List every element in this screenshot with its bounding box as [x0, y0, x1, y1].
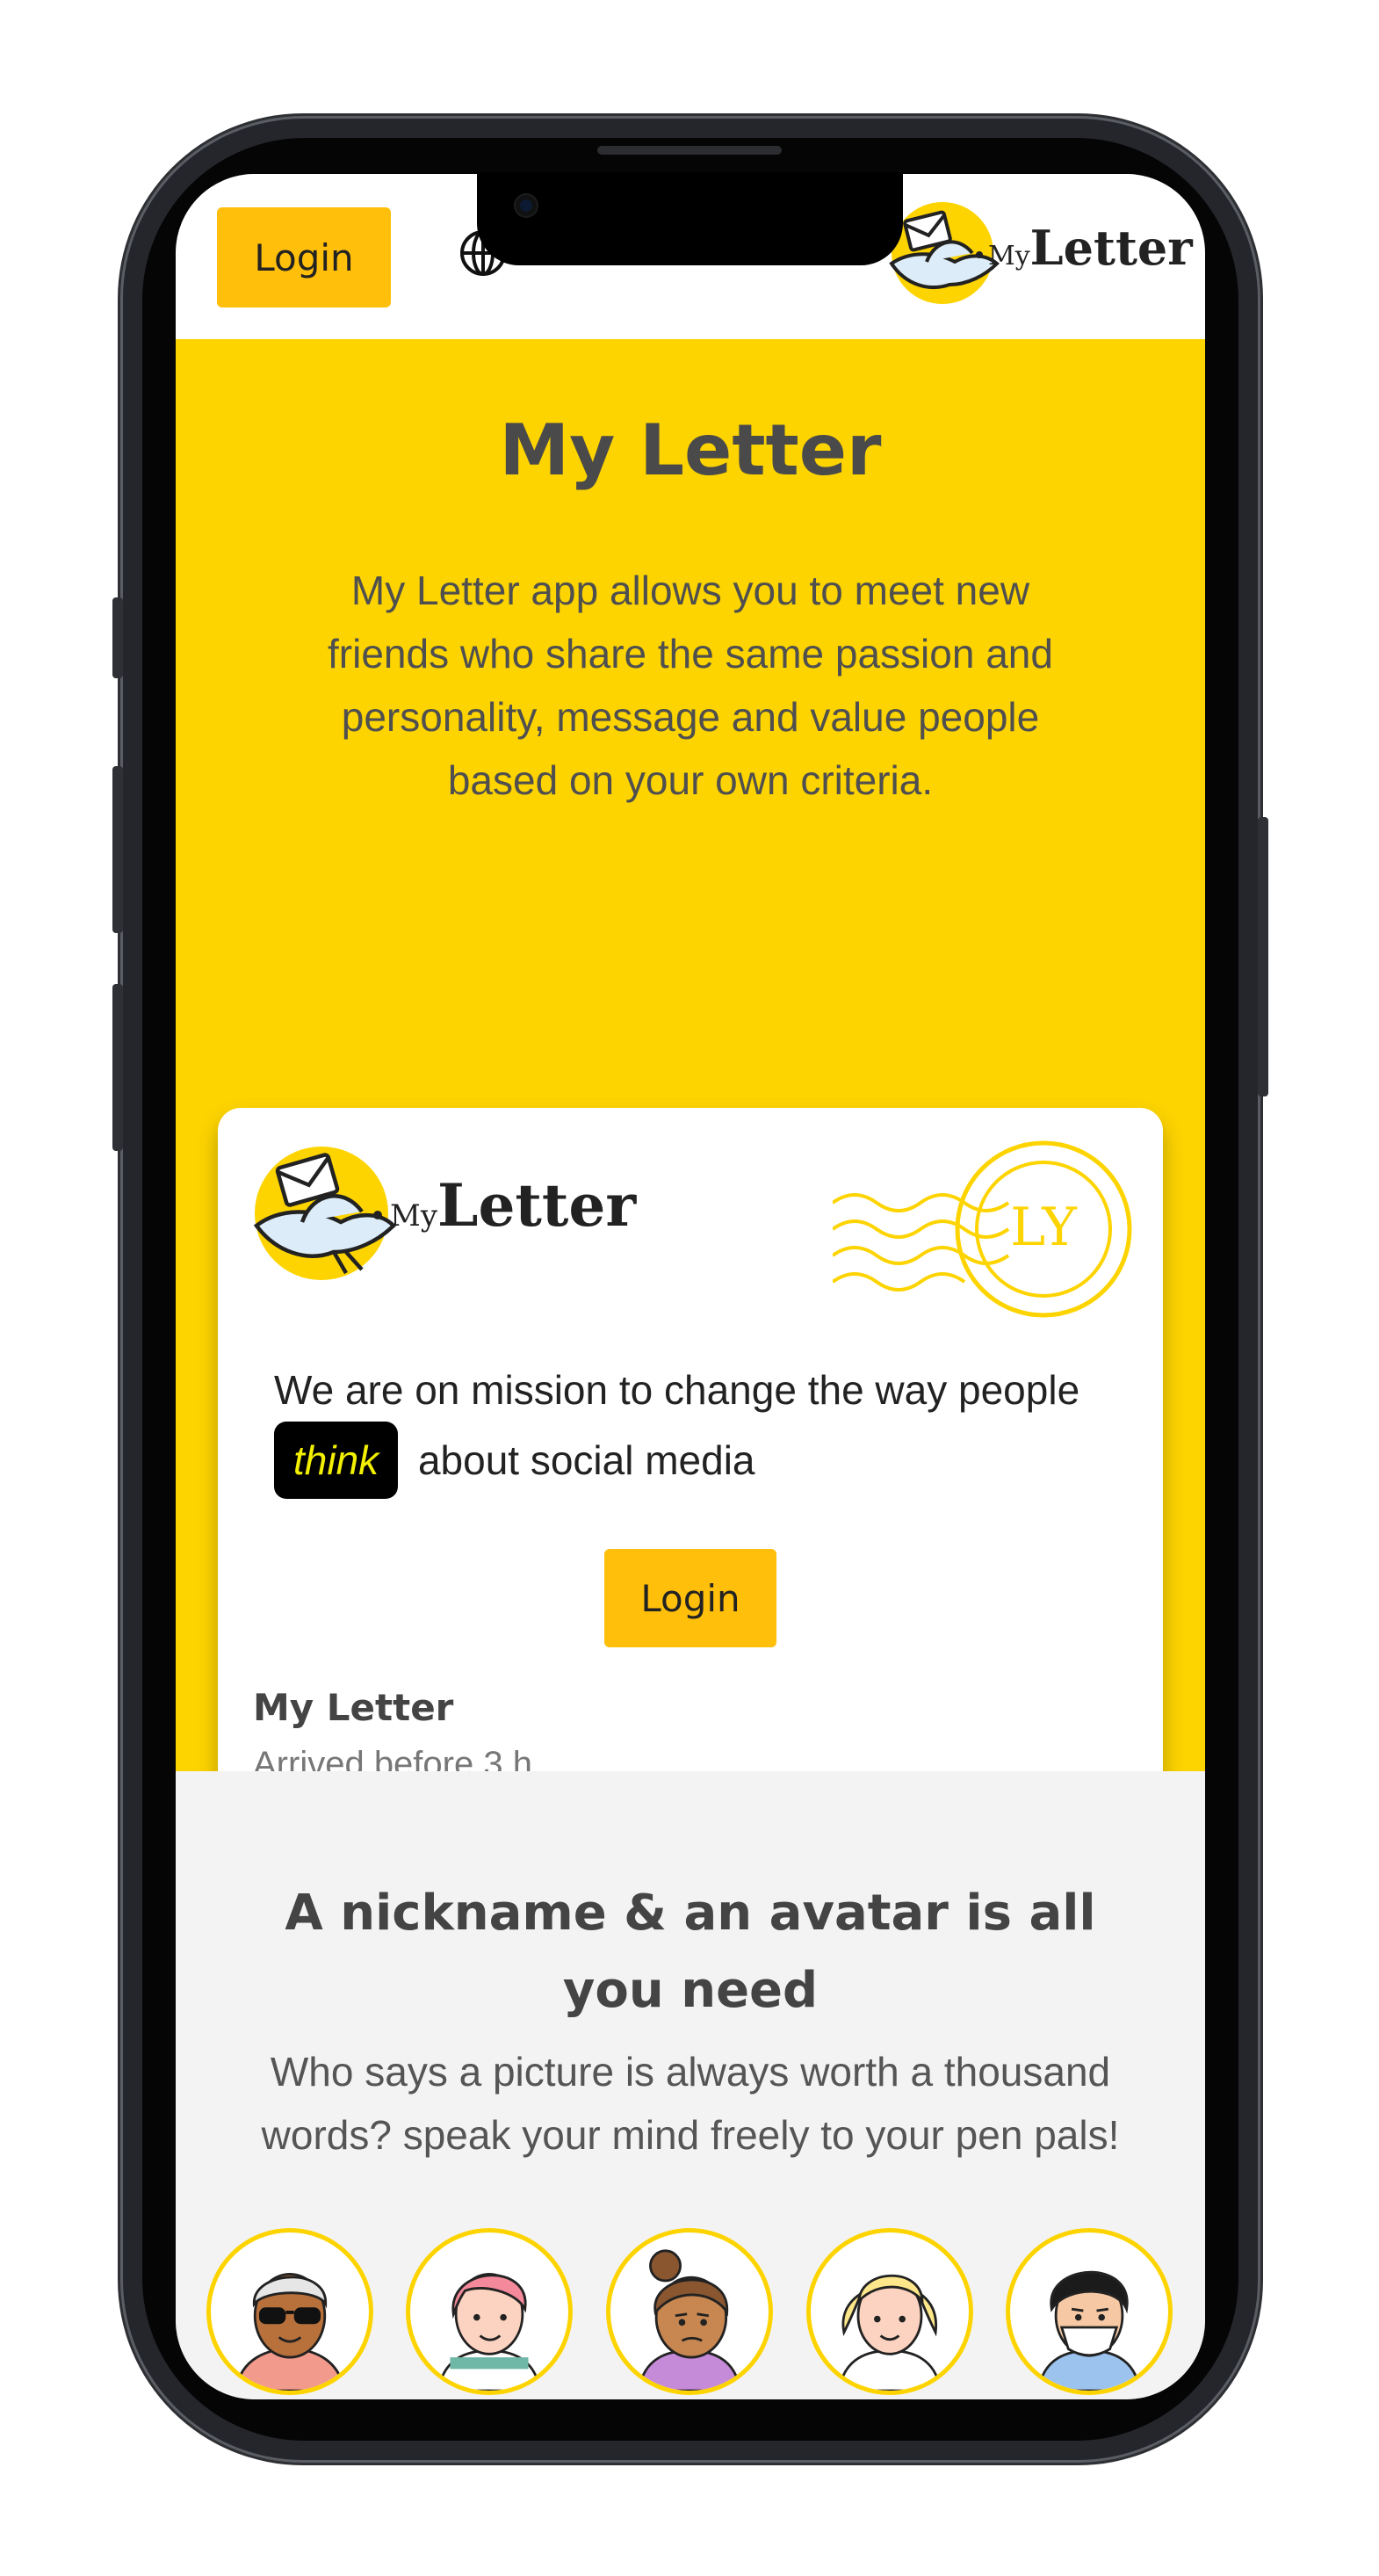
features-title: A nickname & an avatar is all you need	[285, 1885, 1096, 2019]
postmark-stamp-icon: LY	[833, 1140, 1132, 1318]
power-button	[1258, 817, 1268, 1096]
mission-text: We are on mission to change the way peop…	[274, 1358, 1135, 1499]
features-description: Who says a picture is always worth a tho…	[261, 2049, 1120, 2158]
avatar-blonde-woman-icon	[806, 2228, 973, 2395]
think-highlight: think	[274, 1422, 399, 1499]
login-button-header[interactable]: Login	[217, 207, 391, 308]
avatar-pink-hair-icon	[406, 2228, 573, 2395]
login-button-card[interactable]: Login	[604, 1549, 776, 1647]
features-section: A nickname & an avatar is all you need W…	[176, 1771, 1205, 2399]
avatar-sunglasses-man-icon	[206, 2228, 373, 2395]
hero-section: My Letter My Letter app allows you to me…	[176, 339, 1205, 1830]
silent-switch	[112, 597, 123, 678]
avatar-mask-man-icon	[1006, 2228, 1173, 2395]
card-sender-name: My Letter	[253, 1686, 454, 1729]
stamp-text: LY	[1010, 1197, 1078, 1258]
phone-screen: Login MyLetter My Letter My Letter app a…	[176, 174, 1205, 2399]
hero-title: My Letter	[499, 409, 882, 491]
volume-down-button	[112, 984, 123, 1151]
logo-text-header: MyLetter	[988, 220, 1193, 276]
logo-text-card: MyLetter	[390, 1171, 637, 1240]
letter-card: MyLetter LY We are on mission to change …	[218, 1108, 1163, 1830]
dove-letter-icon	[253, 1147, 397, 1280]
volume-up-button	[112, 766, 123, 933]
hero-description: My Letter app allows you to meet new fri…	[328, 568, 1053, 803]
avatar-bun-woman-icon	[606, 2228, 773, 2395]
front-camera-icon	[516, 195, 537, 216]
phone-speaker	[597, 146, 782, 155]
phone-notch	[477, 172, 903, 265]
